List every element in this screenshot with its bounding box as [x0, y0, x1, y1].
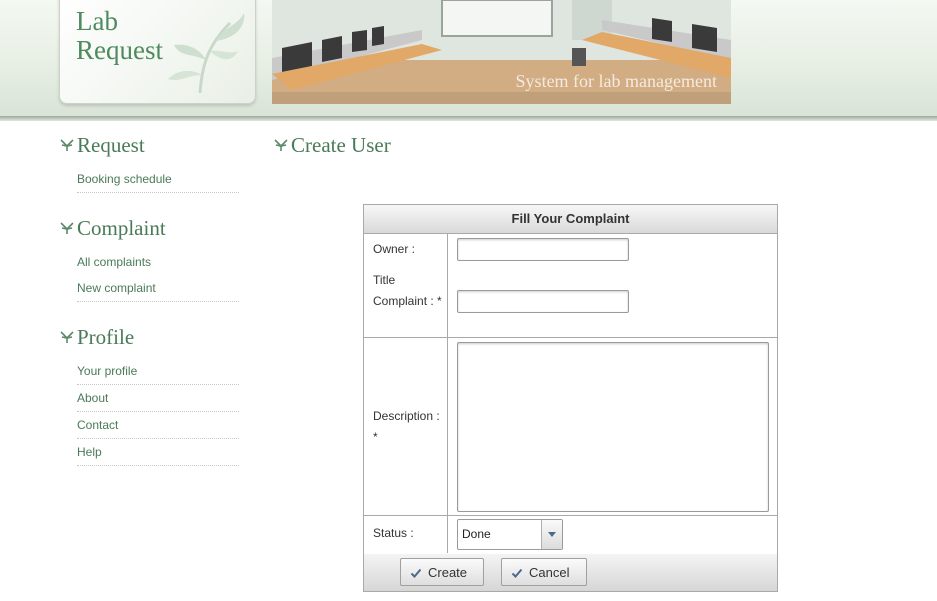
- sidebar: Request Booking schedule Complaint All c…: [59, 130, 239, 476]
- cancel-button-label: Cancel: [529, 565, 570, 580]
- form-row-owner-title: Owner : Title Complaint : *: [364, 234, 777, 338]
- list-item: Contact: [77, 412, 239, 439]
- sidebar-heading-profile-label: Profile: [77, 324, 135, 349]
- status-selected-value: Done: [462, 527, 491, 541]
- logo-line-1: Lab: [76, 6, 118, 36]
- sidebar-item-all-complaints[interactable]: All complaints: [77, 255, 151, 269]
- site-logo[interactable]: Lab Request: [59, 0, 256, 104]
- list-item: About: [77, 385, 239, 412]
- create-button-label: Create: [428, 565, 468, 580]
- list-item: All complaints: [77, 249, 239, 275]
- label-column: Owner : Title Complaint : *: [364, 234, 448, 337]
- sidebar-item-help[interactable]: Help: [77, 445, 102, 459]
- complaint-form-panel: Fill Your Complaint Owner : Title Compla…: [363, 204, 778, 592]
- create-button[interactable]: Create: [400, 558, 484, 586]
- page-title-label: Create User: [291, 132, 391, 157]
- description-label: Description : *: [373, 409, 440, 444]
- title-complaint-label: Title Complaint : *: [373, 273, 442, 308]
- list-item: Your profile: [77, 358, 239, 385]
- sidebar-heading-complaint-label: Complaint: [77, 215, 166, 240]
- status-label: Status :: [373, 526, 414, 540]
- form-heading: Fill Your Complaint: [364, 205, 777, 234]
- header-divider: [0, 116, 937, 121]
- sidebar-heading-request-label: Request: [77, 132, 145, 157]
- leaf-icon: [168, 13, 245, 94]
- sidebar-item-about[interactable]: About: [77, 391, 108, 405]
- check-icon: [511, 568, 523, 578]
- sidebar-item-new-complaint[interactable]: New complaint: [77, 281, 156, 295]
- list-item: New complaint: [77, 275, 239, 302]
- sprig-icon: [60, 331, 74, 343]
- sidebar-heading-complaint: Complaint: [59, 213, 239, 243]
- form-footer: Create Cancel: [364, 554, 777, 591]
- sidebar-section-complaint: Complaint All complaints New complaint: [59, 213, 239, 302]
- sidebar-item-booking-schedule[interactable]: Booking schedule: [77, 172, 172, 186]
- sidebar-list-request: Booking schedule: [77, 166, 239, 193]
- page-title: Create User: [273, 130, 391, 160]
- sidebar-item-your-profile[interactable]: Your profile: [77, 364, 137, 378]
- label-column: Status :: [364, 516, 448, 553]
- sidebar-heading-request: Request: [59, 130, 239, 160]
- header-banner-image: System for lab management: [272, 0, 731, 104]
- list-item: Help: [77, 439, 239, 466]
- status-select[interactable]: Done: [457, 519, 563, 550]
- status-dropdown-button[interactable]: [541, 520, 562, 549]
- form-row-status: Status : Done: [364, 516, 777, 553]
- label-column: Description : *: [364, 338, 448, 515]
- cancel-button[interactable]: Cancel: [501, 558, 587, 586]
- sidebar-heading-profile: Profile: [59, 322, 239, 352]
- sidebar-list-profile: Your profile About Contact Help: [77, 358, 239, 466]
- sprig-icon: [60, 222, 74, 234]
- check-icon: [410, 568, 422, 578]
- form-row-description: Description : *: [364, 338, 777, 516]
- sidebar-section-request: Request Booking schedule: [59, 130, 239, 193]
- owner-label: Owner :: [373, 242, 416, 256]
- sidebar-list-complaint: All complaints New complaint: [77, 249, 239, 302]
- logo-text: Lab Request: [76, 7, 163, 65]
- logo-line-2: Request: [76, 35, 163, 65]
- description-textarea[interactable]: [457, 342, 769, 512]
- sidebar-section-profile: Profile Your profile About Contact Help: [59, 322, 239, 466]
- banner-tagline: System for lab management: [515, 71, 717, 91]
- owner-input[interactable]: [457, 238, 629, 261]
- sprig-icon: [274, 139, 288, 151]
- chevron-down-icon: [548, 532, 556, 537]
- sprig-icon: [60, 139, 74, 151]
- title-complaint-input[interactable]: [457, 290, 629, 313]
- list-item: Booking schedule: [77, 166, 239, 193]
- sidebar-item-contact[interactable]: Contact: [77, 418, 118, 432]
